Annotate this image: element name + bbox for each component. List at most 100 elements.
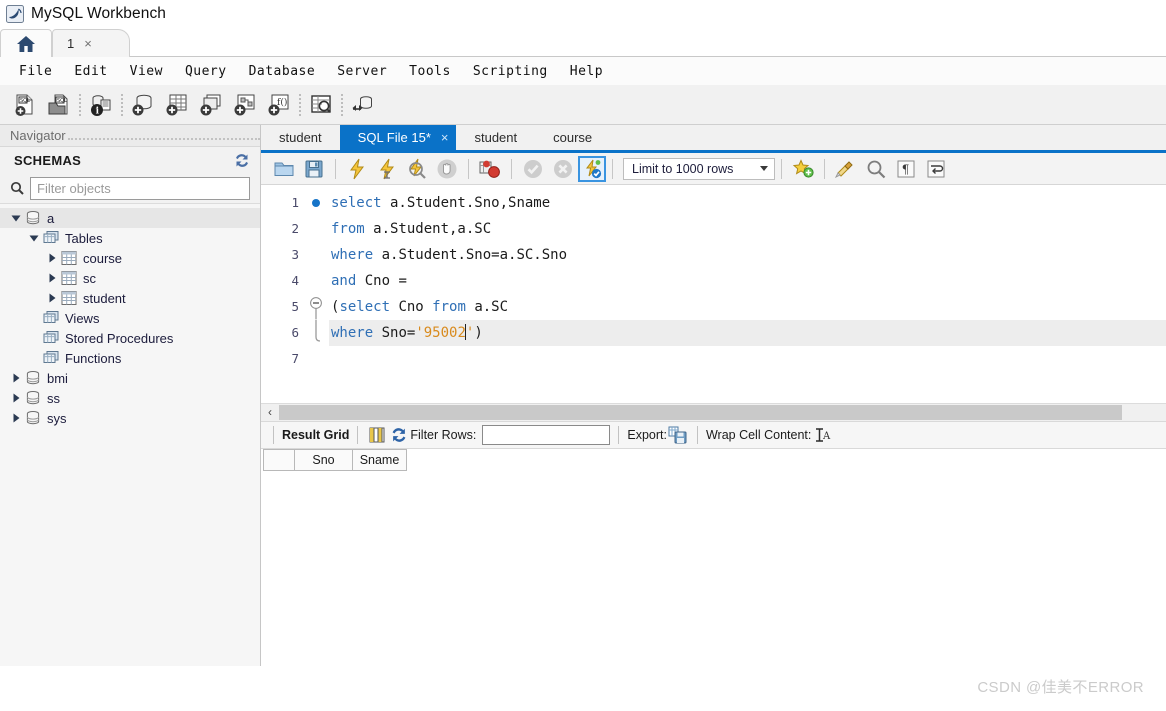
chevron-down-icon xyxy=(760,166,768,171)
grid-column-header[interactable]: Sno xyxy=(295,448,353,471)
sql-keyword: where xyxy=(331,247,374,263)
editor-horizontal-scrollbar[interactable]: ‹ xyxy=(261,402,1166,421)
tree-item-label: sys xyxy=(47,410,67,426)
fold-end-marker[interactable] xyxy=(303,320,329,346)
code-line[interactable]: from a.Student,a.SC xyxy=(329,216,1166,242)
menu-item-scripting[interactable]: Scripting xyxy=(462,61,559,82)
open-script-icon[interactable] xyxy=(269,156,299,182)
menu-item-file[interactable]: File xyxy=(8,61,63,82)
wrap-cell-icon[interactable]: A xyxy=(811,425,833,445)
menu-item-query[interactable]: Query xyxy=(174,61,238,82)
chevron-right-icon[interactable] xyxy=(44,270,60,286)
code-line[interactable]: select a.Student.Sno,Sname xyxy=(329,190,1166,216)
tree-item-views[interactable]: Views xyxy=(0,308,260,328)
tree-item-functions[interactable]: Functions xyxy=(0,348,260,368)
tree-item-ss[interactable]: ss xyxy=(0,388,260,408)
result-grid[interactable]: Sno Sname xyxy=(261,448,1166,666)
commit-icon[interactable] xyxy=(518,156,548,182)
toggle-word-wrap-icon[interactable] xyxy=(921,156,951,182)
watermark: CSDN @佳美不ERROR xyxy=(977,679,1144,696)
new-function-icon[interactable]: f() xyxy=(262,89,296,121)
scroll-left-chevron-icon[interactable]: ‹ xyxy=(261,406,279,418)
editor-tab-student-1[interactable]: student xyxy=(261,125,340,150)
execute-statement-icon[interactable] xyxy=(342,156,372,182)
menu-item-server[interactable]: Server xyxy=(326,61,398,82)
explain-statement-icon[interactable] xyxy=(402,156,432,182)
open-sql-file-icon[interactable]: SQL xyxy=(42,89,76,121)
server-info-icon[interactable]: i xyxy=(84,89,118,121)
menu-item-tools[interactable]: Tools xyxy=(398,61,462,82)
row-limit-select[interactable]: Limit to 1000 rows xyxy=(623,157,775,180)
sql-code-editor[interactable]: 1234567 select a.Student.Sno,Sname from a… xyxy=(261,185,1166,403)
save-script-icon[interactable] xyxy=(299,156,329,182)
new-view-icon[interactable] xyxy=(194,89,228,121)
toggle-invisible-chars-icon[interactable]: ¶ xyxy=(891,156,921,182)
home-tab[interactable] xyxy=(0,29,52,57)
grid-column-header[interactable]: Sname xyxy=(353,448,407,471)
close-icon[interactable]: × xyxy=(84,37,92,50)
grid-column-header[interactable] xyxy=(263,448,295,471)
tree-item-sc[interactable]: sc xyxy=(0,268,260,288)
export-icon[interactable] xyxy=(667,425,689,445)
toggle-autocommit-icon[interactable] xyxy=(578,155,606,182)
chevron-down-icon[interactable] xyxy=(8,210,24,226)
execute-current-statement-icon[interactable] xyxy=(372,156,402,182)
tree-item-stored-procedures[interactable]: Stored Procedures xyxy=(0,328,260,348)
chevron-right-icon[interactable] xyxy=(8,390,24,406)
beautify-query-icon[interactable] xyxy=(831,156,861,182)
fold-collapse-icon[interactable] xyxy=(303,294,329,320)
sql-text: Cno = xyxy=(356,273,407,289)
statement-marker-dot[interactable] xyxy=(303,190,329,216)
new-sql-file-icon[interactable]: SQL xyxy=(8,89,42,121)
svg-text:i: i xyxy=(96,106,100,116)
menu-item-database[interactable]: Database xyxy=(238,61,327,82)
editor-markers-gutter[interactable] xyxy=(303,185,329,403)
menu-item-view[interactable]: View xyxy=(119,61,174,82)
chevron-right-icon[interactable] xyxy=(44,250,60,266)
grid-view-icon[interactable] xyxy=(366,425,388,445)
tree-item-student[interactable]: student xyxy=(0,288,260,308)
toolbar-separator xyxy=(357,425,359,444)
toolbar-separator xyxy=(618,425,620,444)
code-line[interactable]: where Sno='95002') xyxy=(329,320,1166,346)
filter-rows-input[interactable] xyxy=(482,424,611,445)
new-table-icon[interactable] xyxy=(160,89,194,121)
tree-item-tables[interactable]: Tables xyxy=(0,228,260,248)
chevron-down-icon[interactable] xyxy=(26,230,42,246)
chevron-right-icon[interactable] xyxy=(8,410,24,426)
tree-item-sys[interactable]: sys xyxy=(0,408,260,428)
find-icon[interactable] xyxy=(861,156,891,182)
add-snippet-icon[interactable] xyxy=(788,156,818,182)
code-line[interactable]: and Cno = xyxy=(329,268,1166,294)
tree-item-a[interactable]: a xyxy=(0,208,260,228)
toolbar-separator xyxy=(273,425,274,444)
editor-tab-sql-file-15[interactable]: SQL File 15* × xyxy=(339,125,457,150)
filter-objects-input[interactable]: Filter objects xyxy=(30,176,250,200)
stop-execution-icon[interactable] xyxy=(432,156,462,182)
sql-code-text[interactable]: select a.Student.Sno,Sname from a.Student… xyxy=(329,185,1166,403)
folder-group-icon xyxy=(42,230,60,246)
tree-item-bmi[interactable]: bmi xyxy=(0,368,260,388)
refresh-icon[interactable] xyxy=(388,425,410,445)
code-line[interactable] xyxy=(329,346,1166,372)
close-icon[interactable]: × xyxy=(441,130,449,145)
reconnect-server-icon[interactable] xyxy=(346,89,380,121)
refresh-icon[interactable] xyxy=(234,153,250,168)
editor-tab-student-2[interactable]: student xyxy=(456,125,536,150)
menu-item-help[interactable]: Help xyxy=(559,61,614,82)
scrollbar-track[interactable] xyxy=(279,404,1166,420)
chevron-right-icon[interactable] xyxy=(44,290,60,306)
scrollbar-thumb[interactable] xyxy=(279,405,1122,420)
toggle-breakpoint-icon[interactable] xyxy=(475,156,505,182)
code-line[interactable]: (select Cno from a.SC xyxy=(329,294,1166,320)
tree-item-course[interactable]: course xyxy=(0,248,260,268)
inspect-table-icon[interactable] xyxy=(304,89,338,121)
menu-item-edit[interactable]: Edit xyxy=(63,61,118,82)
new-stored-procedure-icon[interactable] xyxy=(228,89,262,121)
new-schema-icon[interactable] xyxy=(126,89,160,121)
code-line[interactable]: where a.Student.Sno=a.SC.Sno xyxy=(329,242,1166,268)
rollback-icon[interactable] xyxy=(548,156,578,182)
editor-tab-course[interactable]: course xyxy=(535,125,611,150)
chevron-right-icon[interactable] xyxy=(8,370,24,386)
window-tab[interactable]: 1 × xyxy=(52,29,130,57)
